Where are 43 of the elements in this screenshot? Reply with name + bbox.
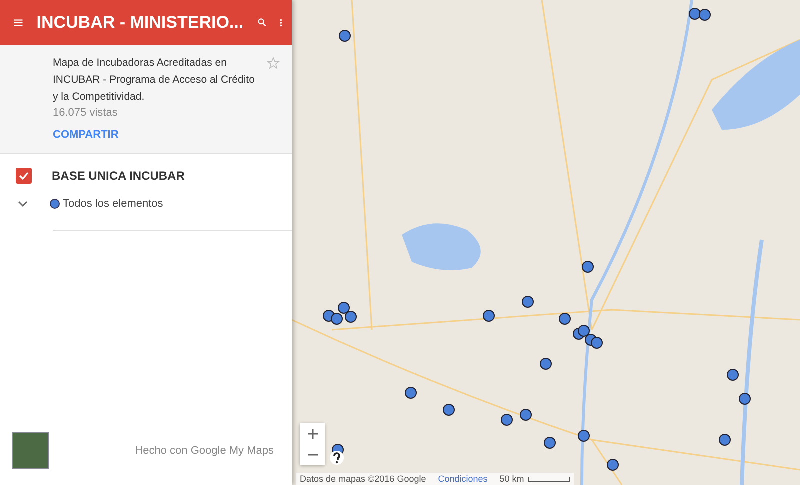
scale-label: 50 km — [500, 474, 524, 484]
made-with-text: Hecho con Google My Maps — [135, 444, 274, 456]
check-icon — [19, 172, 29, 180]
map-pin[interactable] — [443, 404, 455, 416]
map-pin[interactable] — [338, 302, 350, 314]
layer-checkbox[interactable] — [16, 168, 32, 184]
map-pin[interactable] — [501, 414, 513, 426]
star-icon[interactable] — [267, 57, 280, 70]
layer-item-label[interactable]: Todos los elementos — [63, 198, 164, 210]
view-count: 16.075 vistas — [53, 107, 119, 119]
map-title: INCUBAR - MINISTERIO... — [36, 12, 244, 32]
minus-icon — [308, 454, 318, 456]
satellite-thumbnail[interactable] — [12, 432, 49, 469]
map-pin[interactable] — [405, 387, 417, 399]
map-pin[interactable] — [578, 325, 590, 337]
scale-bar — [528, 476, 570, 482]
map-pin[interactable] — [719, 434, 731, 446]
map-pin[interactable] — [591, 337, 603, 349]
terms-link[interactable]: Condiciones — [438, 474, 488, 484]
map-pin[interactable] — [544, 437, 556, 449]
map-pin[interactable] — [522, 296, 534, 308]
pegman-icon[interactable] — [330, 451, 344, 465]
map-pin[interactable] — [607, 459, 619, 471]
map-attribution: Datos de mapas ©2016 Google — [300, 474, 426, 484]
map-pin[interactable] — [483, 310, 495, 322]
map-pin[interactable] — [559, 313, 571, 325]
chevron-icon[interactable] — [18, 201, 28, 207]
map-pin[interactable] — [339, 30, 351, 42]
map-pin[interactable] — [345, 311, 357, 323]
plus-icon — [308, 428, 318, 438]
map-pin[interactable] — [540, 358, 552, 370]
map-pin[interactable] — [578, 430, 590, 442]
map-pin[interactable] — [520, 409, 532, 421]
share-link[interactable]: COMPARTIR — [53, 129, 119, 141]
map-pin[interactable] — [582, 261, 594, 273]
map-pin[interactable] — [739, 393, 751, 405]
menu-icon[interactable] — [14, 16, 23, 28]
map-pin[interactable] — [331, 313, 343, 325]
map-description: Mapa de Incubadoras Acreditadas en INCUBAR - Programa de Acceso al Crédito y la Competitividad. — [53, 56, 256, 105]
zoom-in-button[interactable] — [300, 423, 325, 444]
layer-name: BASE UNICA INCUBAR — [52, 169, 185, 183]
map-pin[interactable] — [699, 9, 711, 21]
map-pin[interactable] — [727, 369, 739, 381]
